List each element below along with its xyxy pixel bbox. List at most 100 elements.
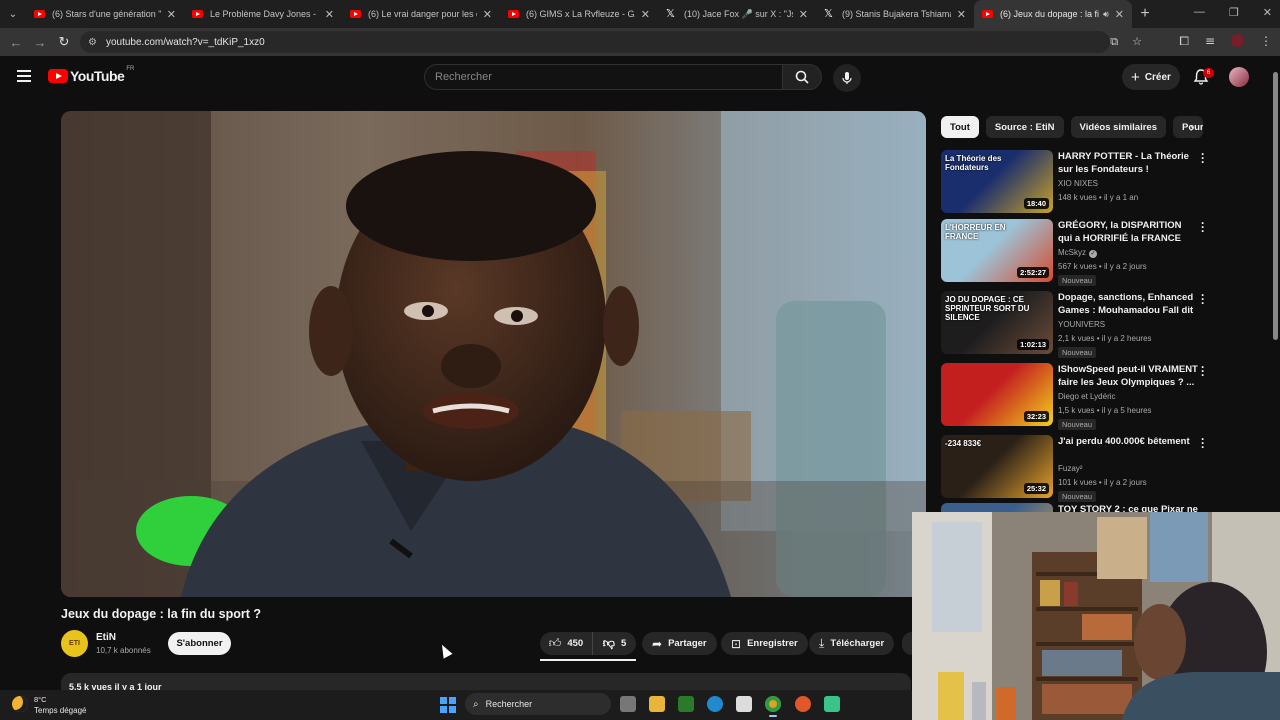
browser-tab[interactable]: (6) Stars d'une génération "Ann ✕ — [26, 0, 184, 28]
restore-icon[interactable]: ❐ — [1229, 6, 1239, 19]
related-video-title[interactable]: Dopage, sanctions, Enhanced Games : Mouh… — [1058, 291, 1198, 317]
x-icon — [824, 7, 835, 20]
chip-similar[interactable]: Vidéos similaires — [1070, 116, 1166, 138]
tab-title: Le Problème Davy Jones - YouT — [210, 9, 319, 19]
browser-tab[interactable]: (10) Jace Fox 🎤 sur X : "Jsui ch ✕ — [658, 0, 816, 28]
video-duration: 18:40 — [1023, 198, 1049, 209]
taskbar-search[interactable]: ⌕ Rechercher — [465, 693, 611, 715]
forward-arrow-icon[interactable]: → — [28, 35, 52, 50]
firefox-browser-icon[interactable] — [795, 696, 811, 712]
chrome-browser-icon[interactable] — [765, 696, 781, 717]
download-button[interactable]: ⤓ Télécharger — [809, 632, 895, 655]
taskbar-search-icon: ⌕ — [473, 698, 479, 710]
bookmark-star-icon[interactable]: ☆ — [1132, 35, 1142, 49]
dislike-button[interactable]: 👎︎ 5 — [593, 632, 636, 655]
video-thumbnail[interactable]: 32:23 — [941, 363, 1053, 426]
video-thumbnail[interactable]: JO DU DOPAGE : CE SPRINTEUR SORT DU SILE… — [941, 291, 1053, 354]
back-arrow-icon[interactable]: ← — [4, 35, 28, 50]
speaker-icon[interactable]: 🔊︎ — [1103, 9, 1109, 20]
voice-search-button[interactable] — [833, 64, 861, 92]
weather-description: Temps dégagé — [34, 706, 87, 715]
close-tab-icon[interactable]: ✕ — [483, 8, 492, 21]
related-channel-name[interactable]: Diego et Lydéric — [1058, 392, 1116, 401]
related-channel-name[interactable]: McSkyz — [1058, 248, 1086, 257]
hamburger-menu-icon[interactable] — [17, 70, 31, 82]
like-button[interactable]: 👍︎ 450 — [540, 632, 593, 655]
related-video-item[interactable]: La Théorie des Fondateurs 18:40 HARRY POTT… — [941, 148, 1211, 216]
close-tab-icon[interactable]: ✕ — [167, 8, 176, 21]
browser-tab[interactable]: (9) Stanis Bujakera Tshiamala su ✕ — [816, 0, 974, 28]
task-view-icon[interactable] — [620, 696, 636, 712]
app-icon[interactable] — [824, 696, 840, 712]
close-tab-icon[interactable]: ✕ — [641, 8, 650, 21]
related-video-title[interactable]: GRÉGORY, la DISPARITION qui a HORRIFIÉ l… — [1058, 219, 1198, 245]
video-thumbnail[interactable]: L'HORREUR EN FRANCE 2:52:27 — [941, 219, 1053, 282]
channel-avatar[interactable]: ETI — [61, 630, 88, 657]
nvidia-app-icon[interactable] — [678, 696, 694, 712]
more-options-icon[interactable]: · · · — [1201, 289, 1205, 309]
search-button[interactable] — [782, 64, 822, 90]
related-video-title[interactable]: HARRY POTTER - La Théorie sur les Fondat… — [1058, 150, 1198, 176]
create-button[interactable]: + Créer — [1122, 64, 1180, 90]
browser-tab[interactable]: (6) Le vrai danger pour les opp ✕ — [342, 0, 500, 28]
more-actions-button[interactable] — [902, 632, 912, 655]
more-options-icon[interactable]: · · · — [1201, 361, 1205, 381]
browser-tab[interactable]: (6) GIMS x La Rvfleuze - GARA ✕ — [500, 0, 658, 28]
profile-avatar[interactable] — [1231, 34, 1244, 47]
windows-start-icon[interactable] — [440, 697, 456, 713]
minimize-icon[interactable]: — — [1194, 6, 1205, 19]
related-channel-name[interactable]: Fuzay² — [1058, 464, 1082, 473]
chevron-right-icon[interactable]: › — [1182, 118, 1202, 138]
video-thumbnail[interactable]: La Théorie des Fondateurs 18:40 — [941, 150, 1053, 213]
video-title: Jeux du dopage : la fin du sport ? — [61, 607, 262, 621]
channel-name[interactable]: EtiN — [96, 632, 116, 643]
more-options-icon[interactable]: · · · — [1201, 148, 1205, 168]
related-video-item[interactable]: JO DU DOPAGE : CE SPRINTEUR SORT DU SILE… — [941, 289, 1211, 358]
save-button[interactable]: ⊡ Enregistrer — [721, 632, 808, 655]
search-input[interactable]: Rechercher — [424, 64, 782, 90]
media-control-icon[interactable]: ≡ — [1205, 34, 1215, 49]
more-options-icon[interactable]: · · · — [1201, 217, 1205, 237]
chip-source[interactable]: Source : EtiN — [985, 116, 1064, 138]
share-button[interactable]: ➦ Partager — [642, 632, 717, 655]
thumbs-up-icon: 👍︎ — [548, 636, 562, 650]
file-explorer-icon[interactable] — [649, 696, 665, 712]
browser-tab[interactable]: Le Problème Davy Jones - YouT ✕ — [184, 0, 342, 28]
close-tab-icon[interactable]: ✕ — [957, 8, 966, 21]
page-scrollbar[interactable] — [1271, 60, 1280, 512]
microsoft-store-icon[interactable] — [736, 696, 752, 712]
extensions-puzzle-icon[interactable]: ⧠ — [1179, 34, 1189, 49]
youtube-logo[interactable]: YouTube FR — [48, 66, 134, 84]
related-video-title[interactable]: J'ai perdu 400.000€ bêtement — [1058, 435, 1198, 448]
related-video-item[interactable]: 32:23 IShowSpeed peut-il VRAIMENT faire l… — [941, 361, 1211, 430]
scrollbar-thumb[interactable] — [1273, 72, 1278, 340]
video-duration: 1:02:13 — [1017, 339, 1049, 350]
related-video-item[interactable]: L'HORREUR EN FRANCE 2:52:27 GRÉGORY, la DI… — [941, 217, 1211, 286]
close-tab-icon[interactable]: ✕ — [325, 8, 334, 21]
more-options-icon[interactable]: · · · — [1201, 433, 1205, 453]
related-channel-name[interactable]: XIO NIXES — [1058, 179, 1098, 188]
related-channel-name[interactable]: YOUNIVERS — [1058, 320, 1105, 329]
video-player[interactable] — [61, 111, 926, 597]
related-video-title[interactable]: IShowSpeed peut-il VRAIMENT faire les Je… — [1058, 363, 1198, 389]
create-label: Créer — [1144, 71, 1171, 83]
video-thumbnail[interactable]: -234 833€ 25:32 — [941, 435, 1053, 498]
new-tab-button[interactable]: + — [1132, 5, 1158, 23]
tab-search-chevron-icon[interactable]: ⌄ — [0, 0, 26, 28]
reload-icon[interactable]: ↻ — [52, 34, 76, 50]
account-avatar[interactable] — [1229, 67, 1249, 87]
cast-icon[interactable]: ⧉ — [1110, 35, 1118, 49]
close-tab-icon[interactable]: ✕ — [1115, 8, 1124, 21]
related-video-item[interactable]: -234 833€ 25:32 J'ai perdu 400.000€ bêteme… — [941, 433, 1211, 502]
close-tab-icon[interactable]: ✕ — [799, 8, 808, 21]
subscribe-button[interactable]: S'abonner — [168, 632, 231, 655]
address-bar[interactable]: ⚙ youtube.com/watch?v=_tdKiP_1xz0 — [80, 31, 1110, 53]
site-info-icon[interactable]: ⚙ — [88, 37, 97, 48]
browser-tab[interactable]: (6) Jeux du dopage : la fin d🔊︎ ✕ — [974, 0, 1132, 28]
close-window-icon[interactable]: ✕ — [1263, 6, 1272, 19]
browser-toolbar: ← → ↻ ⚙ youtube.com/watch?v=_tdKiP_1xz0 … — [0, 28, 1280, 56]
chip-all[interactable]: Tout — [941, 116, 979, 138]
edge-browser-icon[interactable] — [707, 696, 723, 712]
browser-menu-icon[interactable]: ⋮ — [1260, 34, 1272, 49]
moon-weather-icon[interactable] — [12, 696, 28, 712]
